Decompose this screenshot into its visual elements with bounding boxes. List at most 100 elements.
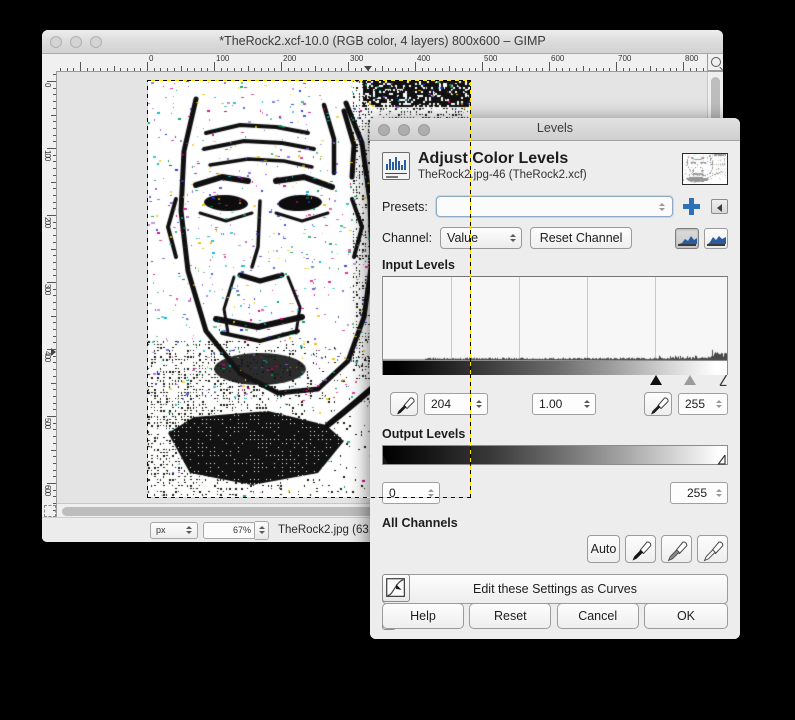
- black-point-down-icon: [475, 405, 482, 408]
- gamma-input[interactable]: 1.00: [532, 393, 596, 415]
- presets-menu-icon[interactable]: [711, 199, 728, 214]
- gamma-spinner[interactable]: [580, 400, 595, 408]
- eyedropper-black-point-icon: [632, 541, 652, 561]
- white-point-spinner[interactable]: [712, 400, 727, 408]
- output-levels-markers: [382, 455, 728, 477]
- screen: *TheRock2.xcf-10.0 (RGB color, 4 layers)…: [0, 0, 795, 720]
- black-point-input[interactable]: 204: [424, 393, 488, 415]
- ok-button[interactable]: OK: [643, 603, 728, 629]
- white-point-up-icon: [715, 400, 722, 403]
- input-levels-values: 204 1.00 255: [382, 392, 728, 418]
- cancel-button[interactable]: Cancel: [556, 603, 639, 629]
- white-point-input[interactable]: 255: [678, 393, 728, 415]
- output-high-up-icon: [715, 489, 722, 492]
- gimp-window-title: *TheRock2.xcf-10.0 (RGB color, 4 layers)…: [219, 34, 546, 48]
- unit-value: px: [156, 525, 166, 535]
- levels-icon: [382, 152, 410, 180]
- white-point-down-icon: [715, 405, 722, 408]
- input-levels-label: Input Levels: [382, 258, 455, 272]
- histogram-mode-group: [675, 227, 728, 249]
- output-low-down-icon: [427, 494, 434, 497]
- levels-icon-sublines: [386, 176, 398, 178]
- gamma-down-icon: [583, 405, 590, 408]
- white-point-marker[interactable]: [718, 375, 728, 386]
- black-point-up-icon: [475, 400, 482, 403]
- output-high-down-icon: [715, 494, 722, 497]
- edit-as-curves-button[interactable]: Edit these Settings as Curves: [382, 574, 728, 604]
- presets-down-icon: [658, 207, 665, 211]
- zoom-down-icon: [258, 531, 265, 534]
- output-low-marker[interactable]: [382, 455, 394, 467]
- curves-glyph-icon: [386, 578, 405, 597]
- zoom-level-spinner[interactable]: [255, 520, 269, 540]
- logarithmic-histogram-button[interactable]: [704, 227, 728, 249]
- channel-value: Value: [447, 231, 479, 245]
- auto-button[interactable]: Auto: [587, 535, 620, 563]
- output-high-input[interactable]: 255: [670, 482, 728, 504]
- output-high-spinner[interactable]: [712, 489, 727, 497]
- channel-spinner[interactable]: [506, 234, 521, 242]
- reset-channel-button[interactable]: Reset Channel: [530, 227, 633, 249]
- levels-dialog: Levels Adjust Color Levels TheRock2.jpg-…: [370, 118, 740, 639]
- dialog-heading: Adjust Color Levels: [418, 150, 569, 167]
- reset-button[interactable]: Reset: [469, 603, 552, 629]
- quick-mask-toggle[interactable]: [44, 505, 56, 517]
- layer-thumbnail: [682, 153, 728, 185]
- black-point-picker-button[interactable]: [390, 392, 418, 416]
- output-high-marker[interactable]: [716, 455, 728, 467]
- gray-point-marker[interactable]: [684, 375, 696, 385]
- channel-select[interactable]: Value: [440, 227, 523, 249]
- linear-histogram-button[interactable]: [675, 227, 699, 249]
- channel-down-icon: [509, 239, 516, 242]
- levels-titlebar[interactable]: Levels: [370, 118, 740, 141]
- gimp-titlebar[interactable]: *TheRock2.xcf-10.0 (RGB color, 4 layers)…: [42, 30, 723, 54]
- histogram-display[interactable]: [382, 276, 728, 361]
- unit-selector[interactable]: px: [150, 521, 198, 539]
- zoom-up-icon: [258, 526, 265, 529]
- help-button[interactable]: Help: [382, 603, 464, 629]
- all-channels-label: All Channels: [382, 516, 458, 530]
- zoom-image-button[interactable]: [707, 54, 723, 71]
- gamma-up-icon: [583, 400, 590, 403]
- levels-icon-bars: [386, 157, 406, 170]
- levels-body: Adjust Color Levels TheRock2.jpg-46 (The…: [370, 141, 740, 639]
- zoom-level-input[interactable]: 67%: [203, 521, 255, 539]
- add-preset-icon[interactable]: [683, 198, 700, 215]
- histogram-plot: [383, 277, 727, 360]
- quick-mask-icon: [44, 505, 56, 517]
- channel-row: Channel: Value Reset Channel: [382, 227, 728, 249]
- input-levels-markers: [382, 375, 728, 388]
- eyedropper-black-icon: [397, 397, 415, 415]
- logarithmic-histogram-icon: [708, 235, 726, 244]
- output-low-value: 0: [389, 486, 396, 500]
- dialog-footer: Help Reset Cancel OK: [382, 603, 728, 629]
- white-point-picker-button[interactable]: [644, 392, 672, 416]
- gray-point-picker-all[interactable]: [661, 535, 692, 563]
- spinner-down-icon: [185, 531, 192, 534]
- output-levels-gradient[interactable]: [382, 445, 728, 465]
- vertical-ruler[interactable]: 0 100 200 300 400 500 600: [42, 71, 57, 526]
- input-levels-gradient[interactable]: [382, 361, 728, 375]
- output-low-up-icon: [427, 489, 434, 492]
- black-point-marker[interactable]: [650, 375, 662, 385]
- black-point-picker-all[interactable]: [625, 535, 656, 563]
- linear-histogram-icon: [679, 235, 697, 244]
- eyedropper-white-icon: [651, 397, 669, 415]
- output-high-value: 255: [686, 486, 707, 500]
- output-low-input[interactable]: 0: [382, 482, 440, 504]
- white-point-picker-all[interactable]: [697, 535, 728, 563]
- horizontal-ruler[interactable]: 0 100 200 300 400 500 600 700 800: [42, 54, 723, 72]
- presets-spinner[interactable]: [655, 202, 672, 211]
- horizontal-position-marker: [364, 66, 372, 71]
- presets-combo[interactable]: [435, 196, 673, 217]
- unit-spinner[interactable]: [182, 526, 197, 534]
- black-point-spinner[interactable]: [472, 400, 487, 408]
- output-low-spinner[interactable]: [424, 489, 439, 497]
- curves-row: Edit these Settings as Curves: [382, 574, 728, 604]
- presets-up-icon: [658, 202, 665, 206]
- linear-histogram-baseline: [678, 244, 696, 246]
- eyedropper-white-point-icon: [703, 541, 724, 562]
- spinner-up-icon: [185, 526, 192, 529]
- output-levels-values: 0 255: [382, 481, 728, 507]
- dialog-subheading: TheRock2.jpg-46 (TheRock2.xcf): [418, 169, 587, 181]
